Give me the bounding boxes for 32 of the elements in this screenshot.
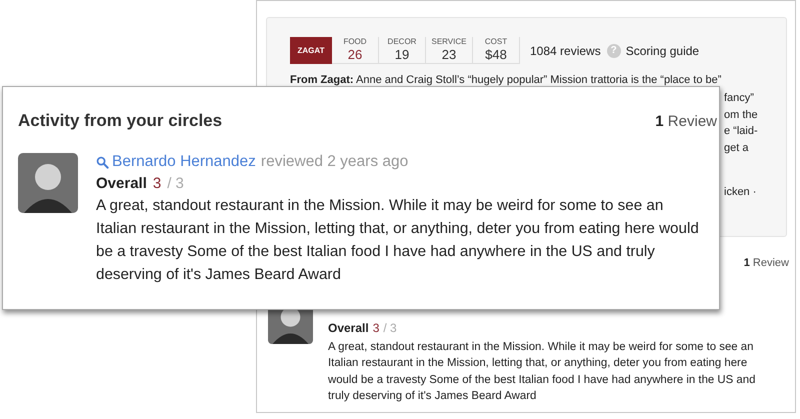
popup-title: Activity from your circles (18, 111, 222, 131)
score-label: DECOR (388, 37, 416, 47)
score-value: 26 (348, 47, 362, 63)
review-text: A great, standout restaurant in the Mission. While it may be weird for some to see an Italian restaurant in the Mission, letting that, or anything, deter you from eating here would be a travesty Some of the best Italian food I have had anywhere in the US and truly deserving of it's James Beard Award (96, 196, 700, 285)
score: 3 (372, 320, 380, 334)
description-fragment: get a (724, 140, 748, 156)
reviews-count: 1084 reviews (530, 44, 601, 58)
description-fragment: icken · (724, 185, 756, 200)
score-value: $48 (485, 47, 507, 63)
search-icon (96, 156, 109, 168)
score-max: / 3 (167, 175, 184, 192)
score: 3 (152, 175, 162, 192)
score-value: 19 (394, 47, 410, 63)
score-label: COST (484, 37, 508, 47)
zagat-description: From Zagat: Anne and Craig Stoll’s “hugely popular” Mission trattoria is the “place to be” (290, 73, 722, 87)
description-fragment: e “laid- (724, 124, 758, 139)
score-value: 23 (442, 47, 456, 63)
avatar (18, 153, 78, 213)
author-link[interactable]: Bernardo Hernandez (112, 153, 256, 171)
zagat-logo: ZAGAT (290, 37, 332, 64)
description-fragment: fancy” (724, 91, 754, 106)
score-max: / 3 (383, 320, 397, 334)
description-fragment: om the (724, 108, 758, 122)
overall-label: Overall (328, 320, 369, 334)
review-date: reviewed 2 years ago (260, 153, 408, 171)
review-text: A great, standout restaurant in the Mission. While it may be weird for some to see an Italian restaurant in the Mission, letting that, or anything, deter you from eating here would be a travesty Some of the best Italian food I have had anywhere in the US and truly deserving of it's James Beard Award (328, 340, 756, 404)
score-label: SERVICE (432, 37, 466, 47)
scoring-guide-link[interactable]: Scoring guide (626, 44, 700, 58)
score-label: FOOD (343, 37, 367, 47)
review-count: 1 Review (655, 113, 717, 130)
review-count: 1 Review (744, 256, 789, 268)
overall-label: Overall (96, 175, 147, 192)
